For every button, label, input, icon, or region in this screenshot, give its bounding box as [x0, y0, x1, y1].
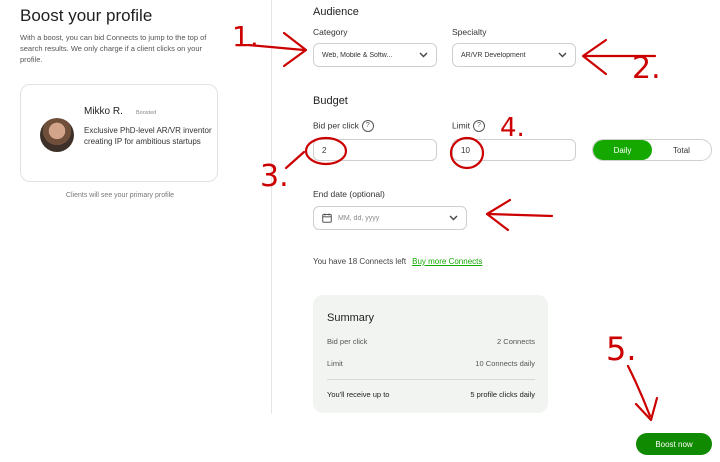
circle-limit — [449, 136, 485, 170]
annotation-1: 1. — [232, 20, 259, 53]
annotation-5: 5. — [606, 330, 637, 368]
annotation-2: 2. — [632, 51, 661, 86]
annotation-3: 3. — [260, 159, 289, 194]
arrow-to-bid — [284, 150, 306, 170]
circle-bid — [304, 136, 348, 166]
annotation-4: 4. — [500, 113, 525, 143]
annotation-layer: 1. 2. 3. 4. 5. — [232, 20, 661, 422]
arrow-to-end-date — [486, 212, 554, 218]
